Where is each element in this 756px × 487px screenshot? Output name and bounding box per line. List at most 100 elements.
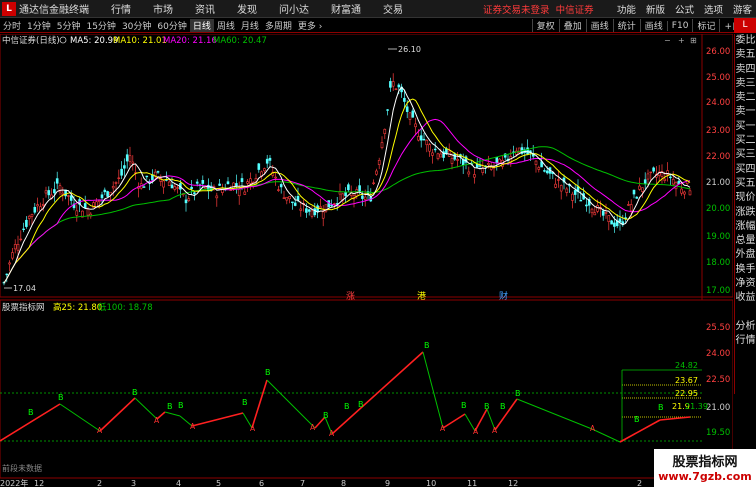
period-tab-30min[interactable]: 30分钟 xyxy=(119,19,154,32)
price-tick: 18.00 xyxy=(706,258,730,268)
side-tab[interactable]: 涨幅 xyxy=(735,220,756,234)
side-tab[interactable]: 总量 xyxy=(735,234,756,248)
menu-guest[interactable]: 游客 xyxy=(733,2,752,16)
candle-body xyxy=(571,193,574,201)
side-tab[interactable]: 净资 xyxy=(735,277,756,291)
side-tab[interactable]: 买二 xyxy=(735,134,756,148)
line-button[interactable]: 画线 xyxy=(639,19,667,32)
indicator-tick: 19.50 xyxy=(706,428,730,438)
no-data-note: 前段未数据 xyxy=(2,463,42,473)
candle-body xyxy=(632,189,636,195)
candle-body xyxy=(8,262,11,265)
candle-body xyxy=(428,144,431,152)
side-tab[interactable]: 卖五 xyxy=(735,48,756,62)
candle-body xyxy=(652,167,655,172)
side-tab[interactable]: 分析 xyxy=(735,320,756,334)
side-tab[interactable]: 收益 xyxy=(735,291,756,305)
candle-body xyxy=(117,177,121,179)
period-tab-weekly[interactable]: 周线 xyxy=(214,19,238,32)
side-tab[interactable]: 换手 xyxy=(735,263,756,277)
candle-body xyxy=(184,199,188,204)
candle-body xyxy=(27,215,31,219)
candle-body xyxy=(559,185,563,192)
menu-bar: L 通达信金融终端 行情 市场 资讯 发现 问小达 财富通 交易 证券交易未登录… xyxy=(0,0,756,18)
period-tab-monthly[interactable]: 月线 xyxy=(238,19,262,32)
side-tab[interactable]: 涨跌 xyxy=(735,206,756,220)
ma20-label: MA20: 21.16 xyxy=(163,36,217,46)
side-tab[interactable]: 卖一 xyxy=(735,105,756,119)
candle-body xyxy=(414,123,417,128)
side-tab[interactable]: 买五 xyxy=(735,177,756,191)
period-tab-timeshare[interactable]: 分时 xyxy=(0,19,24,32)
buy-signal: B xyxy=(461,401,467,410)
side-tab[interactable]: 买一 xyxy=(735,120,756,134)
year-label: 2022年 xyxy=(0,478,28,487)
side-tab[interactable]: 买三 xyxy=(735,148,756,162)
period-tab-1min[interactable]: 1分钟 xyxy=(24,19,54,32)
fib-level-label: 21.39 xyxy=(685,402,708,411)
menu-function[interactable]: 功能 xyxy=(617,2,636,16)
candle-body xyxy=(285,196,289,201)
ma60-label: MA60: 20.47 xyxy=(213,36,267,46)
candle-body xyxy=(425,139,429,146)
buy-signal: B xyxy=(265,368,271,377)
stats-button[interactable]: 统计 xyxy=(612,19,640,32)
candle-body xyxy=(537,167,541,170)
candle-body xyxy=(419,135,423,141)
candle-body xyxy=(193,192,196,195)
menu-item-trade[interactable]: 交易 xyxy=(383,1,403,16)
f10-button[interactable]: F10 xyxy=(666,20,693,31)
candle-body xyxy=(671,178,675,185)
candle-body xyxy=(296,196,300,201)
period-tab-15min[interactable]: 15分钟 xyxy=(83,19,118,32)
menu-item-quotes[interactable]: 行情 xyxy=(111,1,131,16)
menu-formula[interactable]: 公式 xyxy=(675,2,694,16)
candle-body xyxy=(190,186,193,190)
candle-body xyxy=(439,153,443,158)
side-tab[interactable]: 买四 xyxy=(735,163,756,177)
buy-signal: B xyxy=(500,402,506,411)
menu-options[interactable]: 选项 xyxy=(704,2,723,16)
buy-signal: B xyxy=(484,402,490,411)
side-tab[interactable]: 卖二 xyxy=(735,91,756,105)
side-tab[interactable]: 卖三 xyxy=(735,77,756,91)
mark-button[interactable]: 标记 xyxy=(692,19,719,32)
period-tab-multi[interactable]: 多周期 xyxy=(262,19,295,32)
menu-item-ask[interactable]: 问小达 xyxy=(279,1,309,16)
candle-body xyxy=(277,189,280,191)
fib-level-label: 24.82 xyxy=(675,361,698,370)
period-tab-60min[interactable]: 60分钟 xyxy=(154,19,189,32)
draw-button[interactable]: 画线 xyxy=(585,19,613,32)
buy-signal: B xyxy=(178,401,184,410)
side-tab[interactable]: 外盘 xyxy=(735,248,756,262)
candle-body xyxy=(187,198,191,201)
chart-area[interactable]: 中信证券(日线) MA5: 20.99 MA10: 21.01 MA20: 21… xyxy=(0,34,733,487)
candle-body xyxy=(467,171,471,175)
overlay-button[interactable]: 叠加 xyxy=(558,19,586,32)
month-tick: 12 xyxy=(508,479,518,487)
side-tab[interactable]: 卖四 xyxy=(735,63,756,77)
menu-item-wealth[interactable]: 财富通 xyxy=(331,1,361,16)
zoom-out-icon[interactable]: − xyxy=(664,36,671,45)
menu-item-market[interactable]: 市场 xyxy=(153,1,173,16)
login-status[interactable]: 证券交易未登录 中信证券 xyxy=(483,2,594,16)
expand-icon[interactable]: ⊞ xyxy=(690,36,697,45)
zoom-in-icon[interactable]: + xyxy=(678,36,685,45)
menu-item-discover[interactable]: 发现 xyxy=(237,1,257,16)
candle-body xyxy=(268,157,272,161)
period-tab-5min[interactable]: 5分钟 xyxy=(54,19,84,32)
menu-item-news[interactable]: 资讯 xyxy=(195,1,215,16)
menu-new-version[interactable]: 新版 xyxy=(646,2,665,16)
month-tick: 2 xyxy=(637,479,642,487)
side-tab[interactable]: 委比 xyxy=(735,34,756,48)
candle-body xyxy=(585,204,588,207)
side-tab[interactable]: 行情 xyxy=(735,334,756,348)
indicator-tick: 24.00 xyxy=(706,349,730,359)
period-tab-daily[interactable]: 日线 xyxy=(189,18,214,32)
adjust-button[interactable]: 复权 xyxy=(531,19,559,32)
candle-body xyxy=(162,180,165,188)
month-tick: 9 xyxy=(385,479,390,487)
period-tab-more[interactable]: 更多 › xyxy=(295,19,325,32)
candle-body xyxy=(473,174,476,178)
side-tab[interactable]: 现价 xyxy=(735,191,756,205)
